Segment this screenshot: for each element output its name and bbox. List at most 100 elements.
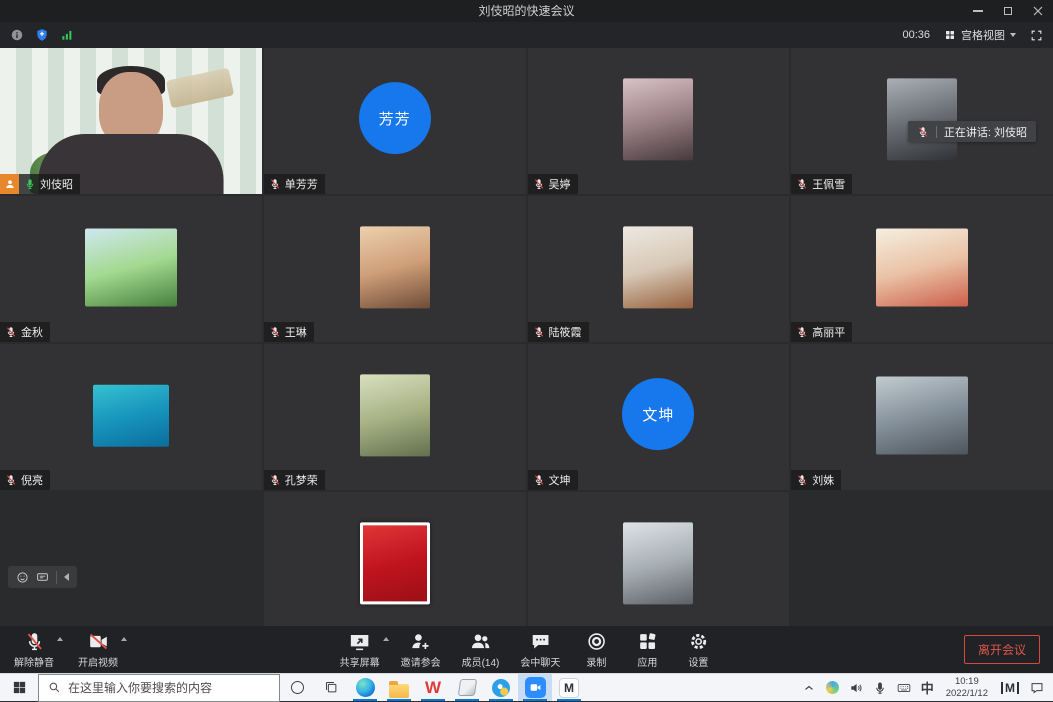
record-icon (586, 630, 607, 652)
microphone-tray-icon[interactable] (868, 674, 892, 701)
mic-status-icon (533, 326, 545, 338)
apps-icon (637, 630, 658, 652)
expand-caret-icon[interactable] (383, 637, 389, 641)
apps-button[interactable]: 应用 (632, 630, 662, 669)
notepad-icon[interactable] (450, 674, 484, 701)
participant-tile[interactable]: 高丽平 (791, 196, 1053, 342)
mic-muted-icon (917, 126, 929, 138)
participant-tile[interactable]: 王琳 (264, 196, 526, 342)
security-shield-icon[interactable] (35, 28, 49, 42)
expand-caret-icon[interactable] (121, 637, 127, 641)
participant-avatar: 文坤 (622, 378, 694, 450)
chat-button[interactable]: 会中聊天 (520, 630, 560, 669)
taskbar-search[interactable] (38, 674, 280, 702)
participant-name-label: 刘伎昭 (0, 174, 80, 194)
participant-name: 单芳芳 (285, 176, 318, 192)
window-title: 刘伎昭的快速会议 (0, 0, 1053, 22)
participant-tile[interactable]: 吴婷 (528, 48, 790, 194)
start-video-button[interactable]: 开启视频 (78, 630, 118, 669)
settings-button[interactable]: 设置 (683, 630, 713, 669)
clock-date: 2022/1/12 (946, 688, 988, 699)
participant-name: 高丽平 (812, 324, 845, 340)
edge-icon[interactable] (348, 674, 382, 701)
fullscreen-icon[interactable] (1030, 29, 1043, 42)
meeting-duration: 00:36 (902, 29, 930, 41)
leave-meeting-button[interactable]: 离开会议 (964, 635, 1040, 664)
participant-name: 孔梦荣 (285, 472, 318, 488)
action-center-icon[interactable] (1025, 674, 1049, 701)
meeting-info-icon[interactable] (10, 28, 24, 42)
message-icon[interactable] (36, 571, 49, 584)
participant-name: 王佩雪 (812, 176, 845, 192)
participant-name-label: 刘姝 (791, 470, 841, 490)
view-mode-switcher[interactable]: 宫格视图 (944, 27, 1016, 43)
video-grid: 刘伎昭 芳芳 单芳芳 吴婷 (0, 48, 1053, 626)
minimize-button[interactable] (963, 0, 993, 22)
participant-tile[interactable] (528, 492, 790, 626)
invite-button[interactable]: 邀请参会 (401, 630, 441, 669)
start-button[interactable] (0, 674, 38, 701)
cortana-button[interactable] (280, 674, 314, 701)
divider (56, 571, 57, 584)
qq-icon[interactable] (484, 674, 518, 701)
search-input[interactable] (68, 681, 270, 695)
participant-tile[interactable]: 陆筱霞 (528, 196, 790, 342)
qq-tray-icon[interactable] (821, 674, 844, 701)
reaction-bar[interactable] (8, 566, 77, 588)
host-badge-icon (0, 174, 19, 194)
participant-photo (876, 228, 968, 306)
participant-name: 倪亮 (21, 472, 43, 488)
collapse-icon[interactable] (64, 573, 69, 581)
file-explorer-icon[interactable] (382, 674, 416, 701)
system-tray: 中 10:19 2022/1/12 M (797, 674, 1053, 701)
participant-tile[interactable]: 芳芳 单芳芳 (264, 48, 526, 194)
touch-keyboard-icon[interactable] (892, 674, 916, 701)
ime-indicator[interactable]: 中 (916, 674, 939, 701)
participant-name: 吴婷 (549, 176, 571, 192)
divider (936, 126, 937, 138)
m-app-icon[interactable]: M (552, 674, 586, 701)
mic-status-icon (796, 326, 808, 338)
emoji-icon[interactable] (16, 571, 29, 584)
participant-tile[interactable]: 刘伎昭 (0, 48, 262, 194)
participant-photo (360, 522, 430, 604)
participant-name: 文坤 (549, 472, 571, 488)
close-button[interactable] (1023, 0, 1053, 22)
participant-name: 王琳 (285, 324, 307, 340)
participant-tile[interactable] (264, 492, 526, 626)
task-view-button[interactable] (314, 674, 348, 701)
taskbar-clock[interactable]: 10:19 2022/1/12 (939, 674, 995, 701)
hidden-icons-chevron[interactable] (797, 674, 821, 701)
participant-tile[interactable]: 刘姝 (791, 344, 1053, 490)
mic-status-icon (269, 326, 281, 338)
mic-status-icon (24, 178, 36, 190)
meeting-control-bar: 解除静音开启视频 共享屏幕邀请参会成员(14) 会中聊天录制应用设置 离开会议 (0, 626, 1053, 673)
participant-photo (93, 385, 169, 447)
participant-photo (623, 78, 693, 160)
mic-status-icon (5, 326, 17, 338)
clock-time: 10:19 (955, 676, 979, 687)
participant-name: 刘姝 (812, 472, 834, 488)
restore-button[interactable] (993, 0, 1023, 22)
participant-name-label: 王佩雪 (791, 174, 852, 194)
participant-tile[interactable]: 金秋 (0, 196, 262, 342)
members-button[interactable]: 成员(14) (462, 630, 500, 669)
control-group-left: 解除静音开启视频 (14, 630, 118, 669)
participant-tile[interactable]: 倪亮 (0, 344, 262, 490)
participant-photo (887, 78, 957, 160)
share-screen-button[interactable]: 共享屏幕 (340, 630, 380, 669)
participant-name-label: 高丽平 (791, 322, 852, 342)
volume-icon[interactable] (844, 674, 868, 701)
wps-icon[interactable]: W (416, 674, 450, 701)
meeting-icon[interactable] (518, 674, 552, 701)
camera-off-icon (88, 630, 109, 652)
expand-caret-icon[interactable] (57, 637, 63, 641)
im-tray-icon[interactable]: M (1001, 682, 1019, 694)
participant-tile[interactable]: 文坤 文坤 (528, 344, 790, 490)
participant-tile[interactable]: 孔梦荣 (264, 344, 526, 490)
record-button[interactable]: 录制 (581, 630, 611, 669)
share-screen-icon (349, 630, 370, 652)
participant-name: 陆筱霞 (549, 324, 582, 340)
participant-video (0, 48, 262, 194)
unmute-button[interactable]: 解除静音 (14, 630, 54, 669)
